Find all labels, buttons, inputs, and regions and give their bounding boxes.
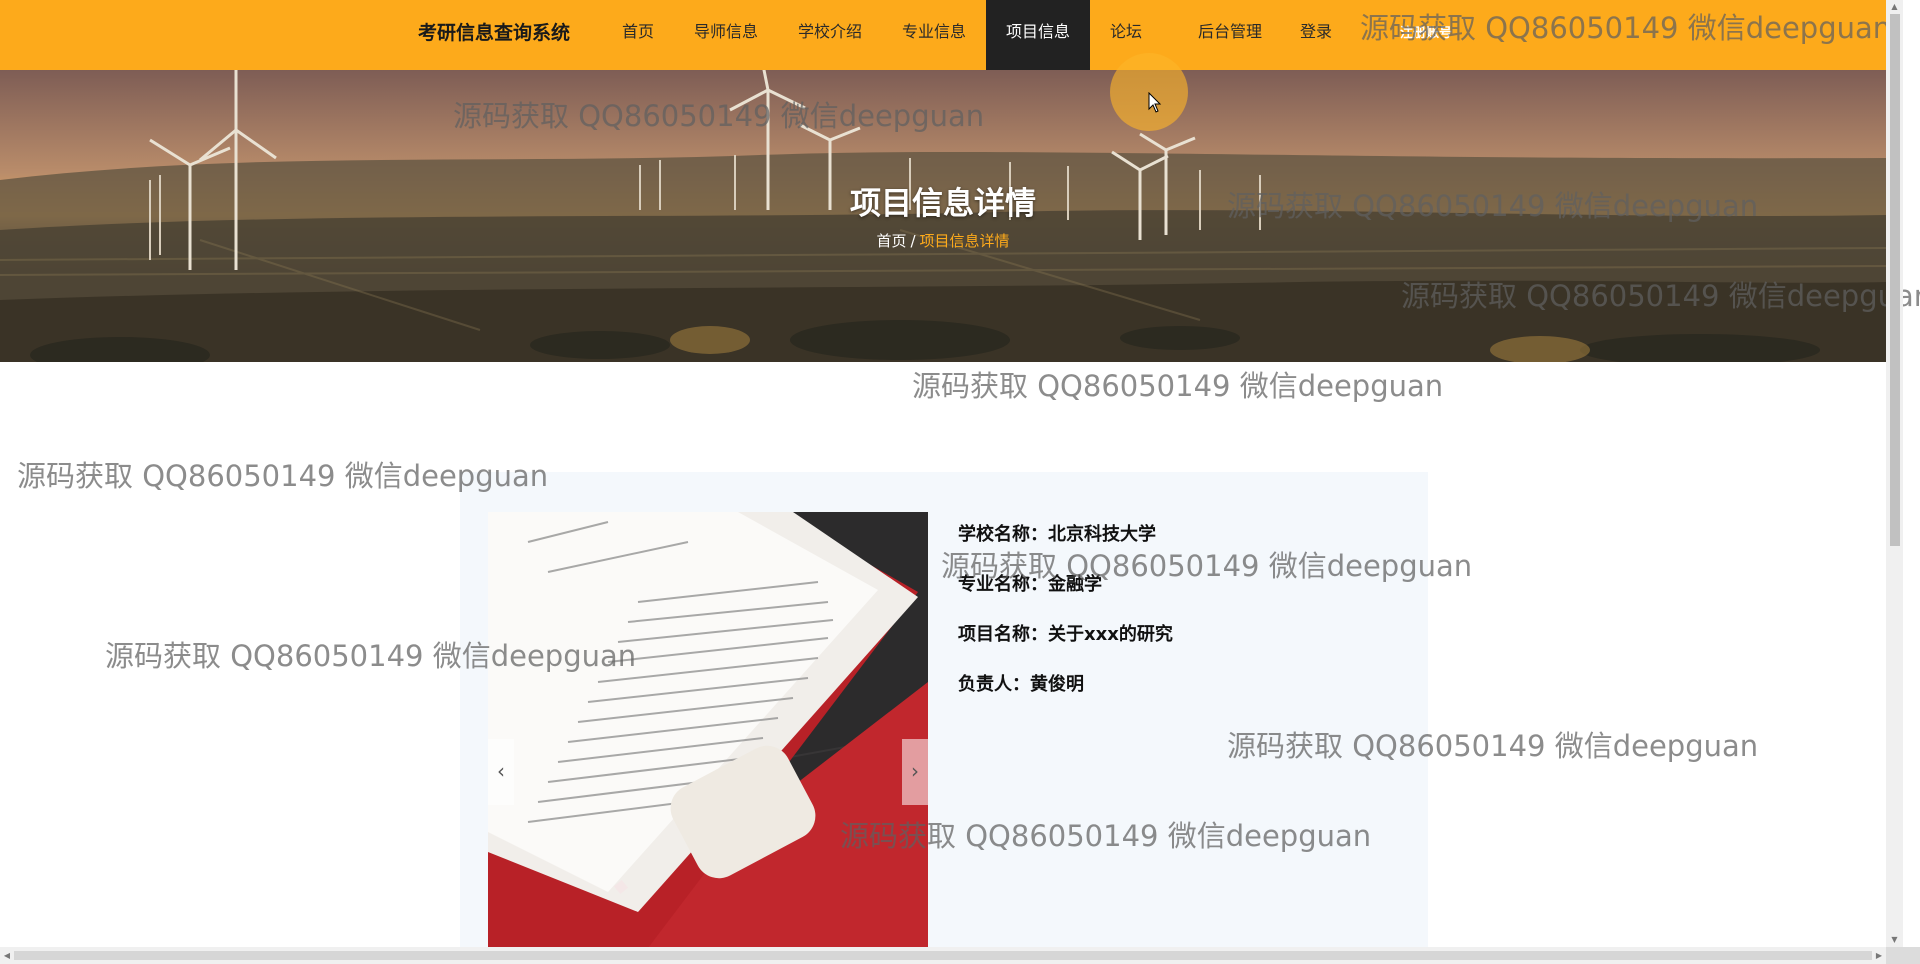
school-name-row: 学校名称：北京科技大学 bbox=[958, 520, 1173, 545]
nav-home[interactable]: 首页 bbox=[606, 0, 670, 70]
scroll-up-arrow-icon[interactable]: ▲ bbox=[1886, 0, 1903, 14]
owner-label: 负责人： bbox=[958, 674, 1030, 695]
breadcrumb: 首页 / 项目信息详情 bbox=[0, 230, 1886, 251]
nav-register[interactable]: 注册账号 bbox=[1400, 22, 1452, 41]
horizontal-scroll-thumb[interactable] bbox=[14, 951, 1872, 960]
scroll-left-arrow-icon[interactable]: ◀ bbox=[0, 947, 14, 964]
watermark-text: 源码获取 QQ86050149 微信deepguan bbox=[912, 369, 1444, 403]
mouse-cursor-icon bbox=[1148, 92, 1162, 113]
major-name-value: 金融学 bbox=[1048, 574, 1102, 595]
project-info: 学校名称：北京科技大学 专业名称：金融学 项目名称：关于xxx的研究 负责人：黄… bbox=[958, 520, 1173, 720]
vertical-scrollbar[interactable]: ▲ ▼ bbox=[1886, 0, 1903, 947]
major-name-row: 专业名称：金融学 bbox=[958, 570, 1173, 595]
site-brand[interactable]: 考研信息查询系统 bbox=[418, 0, 570, 70]
breadcrumb-home-link[interactable]: 首页 bbox=[876, 232, 906, 250]
owner-row: 负责人：黄俊明 bbox=[958, 670, 1173, 695]
carousel-prev-button[interactable]: ‹ bbox=[488, 739, 514, 805]
nav-projects[interactable]: 项目信息 bbox=[986, 0, 1090, 70]
page-title: 项目信息详情 bbox=[850, 186, 1036, 222]
breadcrumb-separator: / bbox=[910, 232, 916, 250]
top-navbar: 考研信息查询系统 首页 导师信息 学校介绍 专业信息 项目信息 论坛 后台管理 … bbox=[0, 0, 1886, 70]
school-name-label: 学校名称： bbox=[958, 524, 1048, 545]
project-name-row: 项目名称：关于xxx的研究 bbox=[958, 620, 1173, 645]
vertical-scroll-thumb[interactable] bbox=[1890, 14, 1900, 546]
carousel-next-button[interactable]: › bbox=[902, 739, 928, 805]
major-name-label: 专业名称： bbox=[958, 574, 1048, 595]
nav-majors[interactable]: 专业信息 bbox=[892, 0, 976, 70]
project-document-image bbox=[488, 512, 928, 948]
project-name-value: 关于xxx的研究 bbox=[1048, 624, 1173, 645]
horizontal-scrollbar[interactable]: ◀ ▶ bbox=[0, 947, 1903, 964]
project-name-label: 项目名称： bbox=[958, 624, 1048, 645]
project-detail-card: ‹ › 学校名称：北京科技大学 专业名称：金融学 项目名称：关于xxx的研究 负… bbox=[460, 472, 1428, 952]
nav-admin[interactable]: 后台管理 bbox=[1188, 0, 1272, 70]
owner-value: 黄俊明 bbox=[1030, 674, 1084, 695]
nav-login[interactable]: 登录 bbox=[1292, 0, 1340, 70]
scrollbar-corner bbox=[1886, 947, 1920, 964]
breadcrumb-current: 项目信息详情 bbox=[919, 232, 1010, 250]
scroll-down-arrow-icon[interactable]: ▼ bbox=[1886, 933, 1903, 947]
page-banner: 项目信息详情 首页 / 项目信息详情 bbox=[0, 70, 1886, 362]
scroll-right-arrow-icon[interactable]: ▶ bbox=[1872, 947, 1886, 964]
nav-tutors[interactable]: 导师信息 bbox=[684, 0, 768, 70]
school-name-value: 北京科技大学 bbox=[1048, 524, 1156, 545]
project-image-carousel[interactable]: ‹ › bbox=[488, 512, 928, 948]
nav-schools[interactable]: 学校介绍 bbox=[788, 0, 872, 70]
